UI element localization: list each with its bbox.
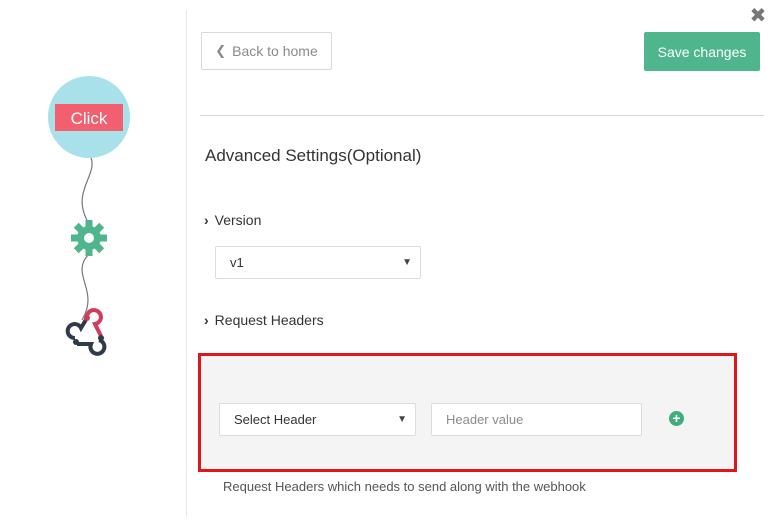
header-value-placeholder: Header value	[446, 412, 524, 427]
version-select-value: v1	[230, 255, 244, 270]
headers-help-text: Request Headers which needs to send alon…	[223, 479, 586, 494]
flow-pane: Click	[0, 0, 186, 517]
webhook-icon[interactable]	[65, 308, 107, 356]
chevron-right-icon: ›	[204, 212, 209, 228]
version-select[interactable]: v1 ▼	[215, 246, 421, 279]
chevron-down-icon: ▼	[402, 257, 412, 268]
back-to-home-button[interactable]: ❮ Back to home	[201, 32, 332, 70]
save-changes-button[interactable]: Save changes	[644, 32, 760, 71]
header-select[interactable]: Select Header ▼	[219, 403, 416, 436]
header-divider	[200, 115, 764, 116]
chevron-right-icon: ›	[204, 312, 209, 328]
flow-diagram: Click	[48, 76, 130, 356]
section-title: Advanced Settings(Optional)	[205, 146, 422, 165]
header-select-value: Select Header	[234, 412, 317, 427]
chevron-left-icon: ❮	[215, 43, 227, 58]
flow-connector	[81, 254, 89, 321]
chevron-down-icon: ▼	[397, 414, 407, 425]
trigger-label: Click	[71, 109, 108, 128]
request-headers-label: Request Headers	[214, 312, 324, 328]
header-value-input[interactable]: Header value	[431, 403, 642, 436]
pane-divider	[186, 10, 187, 517]
version-toggle[interactable]: › Version	[204, 212, 261, 228]
request-headers-toggle[interactable]: › Request Headers	[204, 312, 324, 328]
gear-icon[interactable]	[71, 220, 107, 256]
close-icon[interactable]: ✖	[748, 4, 768, 28]
add-header-icon[interactable]: +	[669, 411, 684, 426]
version-label: Version	[214, 212, 262, 228]
back-button-label: Back to home	[232, 43, 318, 59]
flow-connector	[81, 154, 93, 223]
